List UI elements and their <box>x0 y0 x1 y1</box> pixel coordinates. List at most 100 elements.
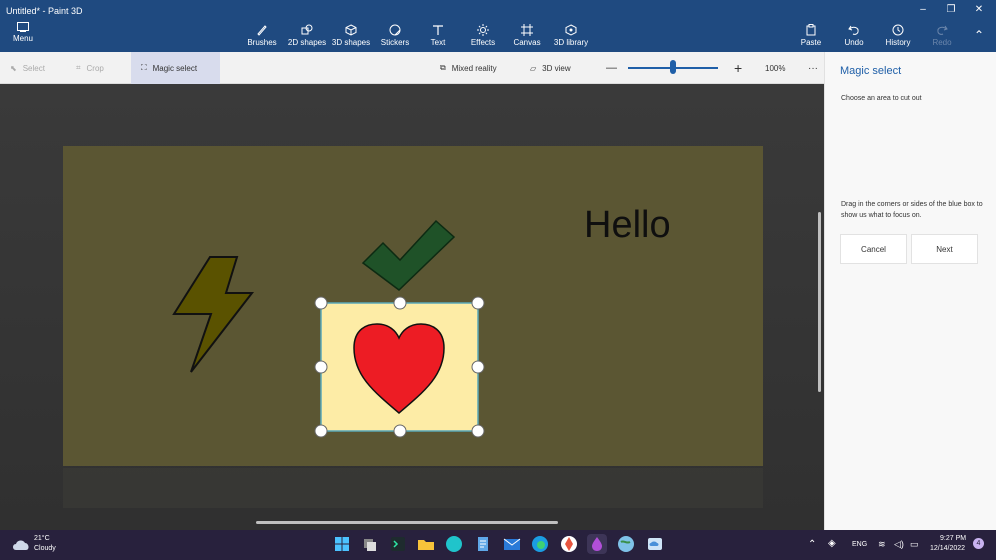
cloud-icon[interactable] <box>645 534 665 554</box>
restore-icon[interactable]: ❐ <box>938 3 964 17</box>
collapse-ribbon-icon[interactable]: ⌃ <box>966 28 992 42</box>
weather-desc: Cloudy <box>34 545 56 552</box>
redo-label: Redo <box>932 38 952 47</box>
ribbon-bar: Untitled* - Paint 3D – ❐ ✕ Menu Brushes … <box>0 0 996 52</box>
stickers-button[interactable]: Stickers <box>378 24 412 50</box>
3d-view-icon: ▱ <box>530 63 537 73</box>
3d-view-button[interactable]: ▱ 3D view <box>520 52 590 84</box>
handle-bottom-left[interactable] <box>314 424 328 438</box>
close-icon[interactable]: ✕ <box>966 3 992 17</box>
more-icon: ··· <box>808 62 818 74</box>
show-hidden-icons[interactable]: ⌃ <box>808 539 816 550</box>
select-label: Select <box>22 63 45 73</box>
magic-select-button[interactable]: ⛶ Magic select <box>131 52 220 84</box>
3d-view-label: 3D view <box>542 63 571 73</box>
workspace: Hello <box>0 84 824 530</box>
3d-library-button[interactable]: 3D library <box>552 24 590 50</box>
cloudy-weather-icon[interactable] <box>11 537 31 551</box>
magic-select-panel: Magic select Choose an area to cut out D… <box>824 52 996 530</box>
battery-icon[interactable]: ▭ <box>910 539 919 550</box>
handle-top-left[interactable] <box>314 296 328 310</box>
globe-icon[interactable] <box>616 534 636 554</box>
clock-time[interactable]: 9:27 PM <box>940 535 966 542</box>
minimize-icon[interactable]: – <box>910 3 936 17</box>
2d-shapes-button[interactable]: 2D shapes <box>286 24 328 50</box>
terminal-icon[interactable] <box>388 534 408 554</box>
notepad-icon[interactable] <box>473 534 493 554</box>
clock-date[interactable]: 12/14/2022 <box>930 545 965 552</box>
crop-button[interactable]: ⌗ Crop <box>66 52 130 84</box>
redo-button[interactable]: Redo <box>930 24 954 50</box>
next-button[interactable]: Next <box>911 234 978 264</box>
canvas-shadow <box>63 468 763 508</box>
checkmark-shape[interactable] <box>361 219 456 291</box>
handle-bottom[interactable] <box>393 424 407 438</box>
panel-title: Magic select <box>840 65 902 77</box>
zoom-out-button[interactable]: — <box>596 52 622 84</box>
zoom-level[interactable]: 100% <box>755 52 799 84</box>
menu-button[interactable]: Menu <box>8 22 38 50</box>
handle-left[interactable] <box>314 360 328 374</box>
zoom-in-label: + <box>734 60 743 76</box>
handle-top[interactable] <box>393 296 407 310</box>
notification-badge[interactable]: 4 <box>973 538 984 549</box>
more-button[interactable]: ··· <box>798 52 824 84</box>
text-icon <box>433 25 443 35</box>
edge-icon[interactable] <box>530 534 550 554</box>
security-icon[interactable]: ◈ <box>828 538 836 549</box>
paint3d-icon[interactable] <box>587 534 607 554</box>
canva-icon[interactable] <box>444 534 464 554</box>
menu-label: Menu <box>12 34 33 43</box>
handle-top-right[interactable] <box>471 296 485 310</box>
3d-shapes-icon <box>345 24 357 36</box>
magic-select-label: Magic select <box>152 63 198 73</box>
mail-icon[interactable] <box>502 534 522 554</box>
effects-icon <box>477 24 489 36</box>
sticker-icon <box>389 24 401 36</box>
file-explorer-icon[interactable] <box>416 534 436 554</box>
canvas-icon <box>521 24 533 36</box>
mixed-reality-button[interactable]: ⧉ Mixed reality <box>430 52 520 84</box>
paste-button[interactable]: Paste <box>798 24 824 50</box>
zoom-slider-thumb[interactable] <box>670 60 676 74</box>
language-indicator[interactable]: ENG <box>852 541 867 548</box>
crop-label: Crop <box>86 63 104 73</box>
undo-button[interactable]: Undo <box>842 24 866 50</box>
volume-icon[interactable]: ◁) <box>894 539 904 550</box>
3d-library-label: 3D library <box>553 38 589 47</box>
paste-label: Paste <box>800 38 822 47</box>
photos-icon[interactable] <box>559 534 579 554</box>
zoom-out-label: — <box>606 62 617 74</box>
3d-shapes-button[interactable]: 3D shapes <box>331 24 371 50</box>
handle-right[interactable] <box>471 360 485 374</box>
canvas-label: Canvas <box>513 38 541 47</box>
zoom-in-button[interactable]: + <box>724 52 750 84</box>
cancel-button[interactable]: Cancel <box>840 234 907 264</box>
history-icon <box>892 24 904 36</box>
3d-library-icon <box>565 24 577 36</box>
text-button[interactable]: Text <box>426 24 450 50</box>
cursor-icon: ⬉ <box>10 63 17 73</box>
history-button[interactable]: History <box>884 24 912 50</box>
3d-shapes-label: 3D shapes <box>331 38 371 47</box>
handle-bottom-right[interactable] <box>471 424 485 438</box>
wifi-icon[interactable]: ≋ <box>878 539 886 550</box>
horizontal-scrollbar[interactable] <box>256 521 558 524</box>
menu-icon <box>17 22 29 32</box>
select-button[interactable]: ⬉ Select <box>0 52 65 84</box>
hello-text[interactable]: Hello <box>584 204 671 247</box>
text-label: Text <box>430 38 446 47</box>
taskbar <box>0 530 996 560</box>
undo-icon <box>848 25 859 35</box>
windows-start-icon[interactable] <box>332 534 352 554</box>
weather-temp: 21°C <box>34 535 50 542</box>
window-title: Untitled* - Paint 3D <box>6 6 83 16</box>
vertical-scrollbar[interactable] <box>818 212 821 392</box>
task-view-icon[interactable] <box>360 534 380 554</box>
effects-button[interactable]: Effects <box>468 24 498 50</box>
drawing-canvas[interactable]: Hello <box>63 146 763 466</box>
mixed-reality-label: Mixed reality <box>451 63 497 73</box>
brushes-button[interactable]: Brushes <box>246 24 278 50</box>
lightning-bolt-shape[interactable] <box>172 256 255 373</box>
canvas-button[interactable]: Canvas <box>512 24 542 50</box>
